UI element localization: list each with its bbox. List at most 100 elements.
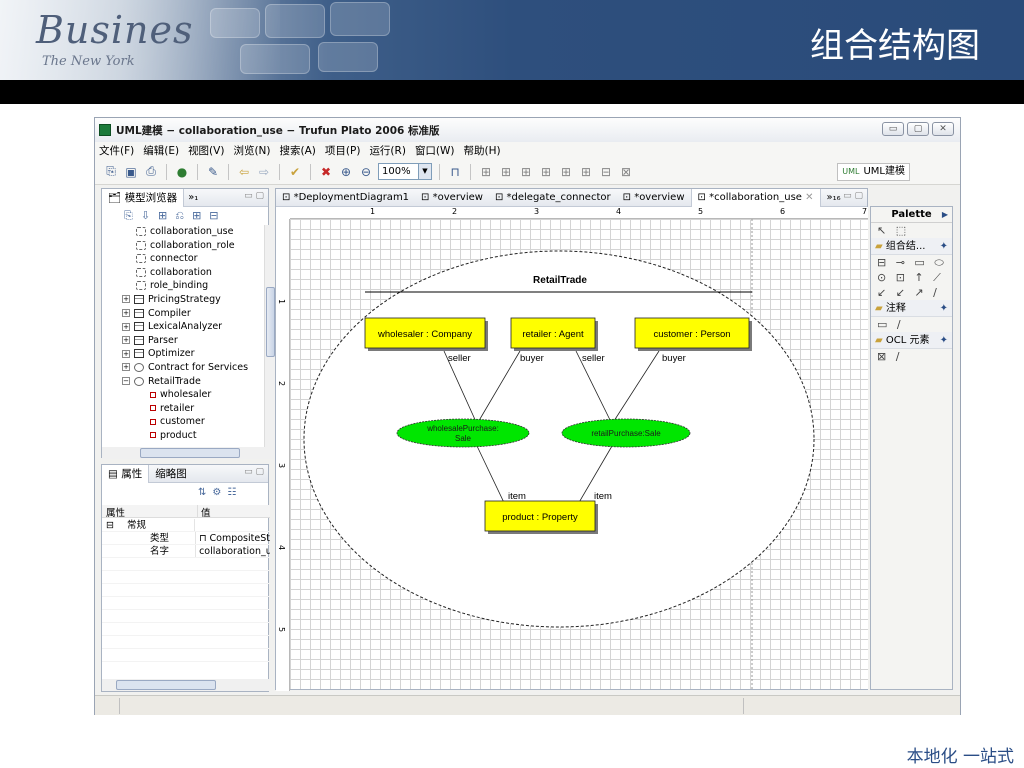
align-top-icon[interactable]: ⊞ bbox=[538, 164, 554, 180]
zoom-in-icon[interactable]: ⊕ bbox=[338, 164, 354, 180]
filter-icon[interactable]: ⚙ bbox=[212, 487, 221, 498]
tab-properties[interactable]: ▤ 属性 bbox=[102, 464, 150, 483]
usecase[interactable]: wholesalePurchase: Sale bbox=[396, 418, 530, 448]
pin-icon[interactable]: ✦ bbox=[940, 332, 948, 349]
tree-item[interactable]: + Optimizer bbox=[102, 347, 264, 361]
tree-item[interactable]: role_binding bbox=[102, 279, 264, 293]
tree-view-icon[interactable]: ⊞ bbox=[158, 209, 167, 223]
align-left-icon[interactable]: ⊞ bbox=[478, 164, 494, 180]
panel-min-max[interactable]: ▭ ▢ bbox=[244, 191, 264, 201]
menu-edit[interactable]: 编辑(E) bbox=[143, 143, 179, 158]
part[interactable]: wholesaler : Company bbox=[364, 317, 488, 351]
part[interactable]: product : Property bbox=[484, 500, 598, 534]
menu-file[interactable]: 文件(F) bbox=[99, 143, 134, 158]
delete-icon[interactable]: ✖ bbox=[318, 164, 334, 180]
panel-min-max[interactable]: ▭ ▢ bbox=[244, 467, 264, 477]
tree-item[interactable]: + Parser bbox=[102, 334, 264, 348]
palette-group-composite[interactable]: ▰ 组合结... ✦ bbox=[871, 238, 952, 255]
save-icon[interactable]: ▣ bbox=[123, 164, 139, 180]
maximize-button[interactable]: ▢ bbox=[907, 122, 929, 136]
align-bottom-icon[interactable]: ⊞ bbox=[578, 164, 594, 180]
minimize-button[interactable]: ▭ bbox=[882, 122, 904, 136]
tab-model-browser[interactable]: 🗂 模型浏览器 bbox=[102, 188, 185, 207]
tree-item[interactable]: collaboration bbox=[102, 266, 264, 280]
usecase[interactable]: retailPurchase:Sale bbox=[561, 418, 691, 448]
property-row[interactable]: 名字 collaboration_use bbox=[102, 545, 270, 558]
palette-group-comment[interactable]: ▰ 注释 ✦ bbox=[871, 300, 952, 317]
palette-group-ocl[interactable]: ▰ OCL 元素 ✦ bbox=[871, 332, 952, 349]
pin-icon[interactable]: ✦ bbox=[940, 300, 948, 317]
close-icon[interactable]: ✕ bbox=[805, 192, 813, 203]
palette-menu-icon[interactable]: ▶ bbox=[942, 207, 948, 223]
palette-select-tools[interactable]: ↖ ⬚ bbox=[871, 223, 952, 238]
editor-overflow[interactable]: »₁₆ bbox=[827, 192, 841, 203]
tree-item[interactable]: connector bbox=[102, 252, 264, 266]
expand-icon[interactable]: + bbox=[122, 322, 130, 331]
tree-item[interactable]: collaboration_role bbox=[102, 239, 264, 253]
close-button[interactable]: ✕ bbox=[932, 122, 954, 136]
tree-item[interactable]: wholesaler bbox=[102, 388, 264, 402]
palette-tools-row[interactable]: ↙ ↙ ↗ ∕ bbox=[871, 285, 952, 300]
tree-item[interactable]: + Contract for Services bbox=[102, 361, 264, 375]
expand-all-icon[interactable]: ⊞ bbox=[192, 209, 201, 223]
palette-tools-row[interactable]: ⊙ ⊡ ↑ ⟋ bbox=[871, 270, 952, 285]
properties-hscrollbar[interactable] bbox=[102, 679, 270, 691]
tab-deployment-diagram[interactable]: ⊡ *DeploymentDiagram1 bbox=[276, 189, 415, 207]
diagram-canvas[interactable]: RetailTrade wholesaler : Company retaile… bbox=[290, 219, 868, 689]
property-group[interactable]: ⊟ 常规 bbox=[102, 519, 270, 532]
scrollbar-thumb[interactable] bbox=[266, 287, 275, 357]
part[interactable]: customer : Person bbox=[634, 317, 752, 351]
expand-icon[interactable]: + bbox=[122, 336, 130, 345]
expand-icon[interactable]: + bbox=[122, 309, 130, 318]
pin-icon[interactable]: ✦ bbox=[940, 238, 948, 255]
back-icon[interactable]: ⇦ bbox=[236, 164, 252, 180]
tree-item[interactable]: + LexicalAnalyzer bbox=[102, 320, 264, 334]
import-icon[interactable]: ⇩ bbox=[141, 209, 150, 223]
menu-search[interactable]: 搜索(A) bbox=[280, 143, 316, 158]
expand-icon[interactable]: + bbox=[122, 363, 130, 372]
property-row[interactable]: 类型 ⊓ CompositeStru bbox=[102, 532, 270, 545]
grid-icon[interactable]: ⊠ bbox=[618, 164, 634, 180]
menu-window[interactable]: 窗口(W) bbox=[415, 143, 455, 158]
tree-item[interactable]: + Compiler bbox=[102, 307, 264, 321]
palette-tools-row[interactable]: ▭ ∕ bbox=[871, 317, 952, 332]
zoom-out-icon[interactable]: ⊖ bbox=[358, 164, 374, 180]
collapse-icon[interactable]: ⊟ bbox=[106, 520, 114, 531]
collaboration-ellipse[interactable] bbox=[303, 250, 815, 628]
palette-tools-row[interactable]: ⊠ ∕ bbox=[871, 349, 952, 364]
tree-scrollbar[interactable] bbox=[264, 225, 275, 455]
tab-overview-1[interactable]: ⊡ *overview bbox=[415, 189, 489, 207]
expand-icon[interactable]: + bbox=[122, 295, 130, 304]
tree-item[interactable]: retailer bbox=[102, 402, 264, 416]
tab-overview-2[interactable]: ⊡ *overview bbox=[617, 189, 691, 207]
tree-item[interactable]: collaboration_use bbox=[102, 225, 264, 239]
menu-view[interactable]: 视图(V) bbox=[188, 143, 224, 158]
palette-tools-row[interactable]: ⊟ ⊸ ▭ ⬭ bbox=[871, 255, 952, 270]
new-icon[interactable]: ⎘ bbox=[103, 164, 119, 180]
editor-min-max[interactable]: ▭ ▢ bbox=[843, 191, 863, 201]
align-right-icon[interactable]: ⊞ bbox=[518, 164, 534, 180]
window-titlebar[interactable]: UML建模 − collaboration_use − Trufun Plato… bbox=[95, 118, 960, 142]
tab-thumbnail[interactable]: 缩略图 bbox=[149, 465, 193, 483]
sort-icon[interactable]: ⇅ bbox=[198, 487, 206, 498]
tree-hscrollbar[interactable] bbox=[102, 447, 275, 459]
link-icon[interactable]: ⎌ bbox=[175, 209, 184, 223]
align-center-icon[interactable]: ⊞ bbox=[498, 164, 514, 180]
tab-collaboration-use[interactable]: ⊡ *collaboration_use ✕ bbox=[690, 188, 821, 207]
zoom-select[interactable]: 100% ▼ bbox=[378, 163, 432, 180]
tree-item[interactable]: customer bbox=[102, 415, 264, 429]
align-middle-icon[interactable]: ⊞ bbox=[558, 164, 574, 180]
panel-overflow[interactable]: »₁ bbox=[188, 192, 198, 203]
check-icon[interactable]: ✔ bbox=[287, 164, 303, 180]
distribute-icon[interactable]: ⊟ bbox=[598, 164, 614, 180]
pen-icon[interactable]: ✎ bbox=[205, 164, 221, 180]
advanced-icon[interactable]: ☷ bbox=[227, 487, 236, 498]
perspective-switcher[interactable]: UML UML建模 bbox=[837, 163, 910, 181]
chevron-down-icon[interactable]: ▼ bbox=[418, 164, 431, 179]
menu-run[interactable]: 运行(R) bbox=[369, 143, 406, 158]
tree-item[interactable]: − RetailTrade bbox=[102, 375, 264, 389]
lock-icon[interactable]: ⊓ bbox=[447, 164, 463, 180]
part[interactable]: retailer : Agent bbox=[510, 317, 598, 351]
menu-navigate[interactable]: 浏览(N) bbox=[233, 143, 270, 158]
print-icon[interactable]: ⎙ bbox=[143, 164, 159, 180]
